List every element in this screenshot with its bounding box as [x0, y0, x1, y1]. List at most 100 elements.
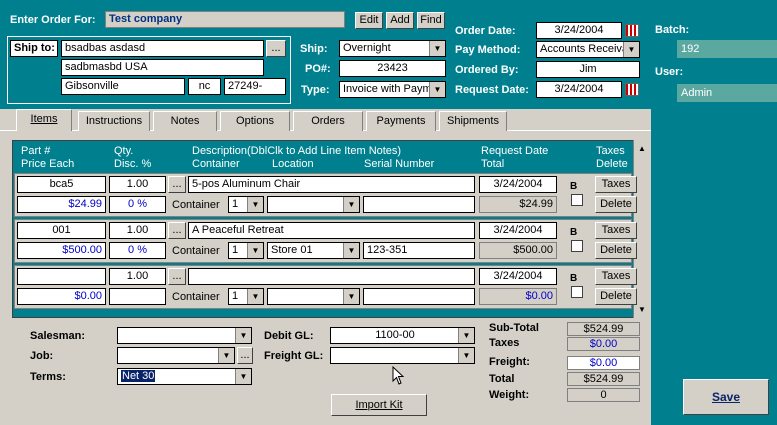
request-date-field[interactable]: 3/24/2004	[536, 81, 622, 98]
debit-gl-select[interactable]: 1100-00 ▼	[330, 327, 475, 344]
find-button[interactable]: Find	[417, 12, 445, 29]
ship-zip-field[interactable]: 27249-	[224, 78, 286, 95]
freight-gl-label: Freight GL:	[264, 350, 324, 362]
price-field[interactable]: $24.99	[17, 196, 106, 213]
calendar-icon[interactable]	[625, 83, 639, 96]
calendar-icon[interactable]	[625, 24, 639, 37]
total-label: Total	[489, 373, 515, 385]
container-select[interactable]: 1 ▼	[228, 242, 264, 259]
freight-gl-select[interactable]: ▼	[330, 347, 475, 364]
pay-method-select[interactable]: Accounts Receiva ▼	[536, 41, 640, 58]
part-browse-button[interactable]: ...	[168, 222, 186, 239]
ship-to-browse-button[interactable]: ...	[266, 40, 286, 57]
taxes-summary-value: $0.00	[567, 337, 640, 351]
company-field[interactable]: Test company	[105, 11, 345, 28]
request-date-field[interactable]: 3/24/2004	[479, 222, 557, 239]
salesman-select[interactable]: ▼	[117, 327, 252, 344]
col-description: Description(DblClk to Add Line Item Note…	[192, 145, 402, 157]
tab-options[interactable]: Options	[220, 111, 290, 131]
taxes-button[interactable]: Taxes	[595, 268, 637, 285]
part-field[interactable]: bca5	[17, 176, 106, 193]
part-browse-button[interactable]: ...	[168, 268, 186, 285]
import-kit-button[interactable]: Import Kit	[331, 394, 427, 416]
ordered-by-field[interactable]: Jim	[536, 61, 640, 78]
taxes-button[interactable]: Taxes	[595, 176, 637, 193]
request-date-field[interactable]: 3/24/2004	[479, 176, 557, 193]
edit-button[interactable]: Edit	[355, 12, 383, 29]
ship-state-field[interactable]: nc	[188, 78, 221, 95]
b-checkbox[interactable]	[571, 286, 583, 298]
qty-field[interactable]: 1.00	[109, 176, 166, 193]
b-checkbox[interactable]	[571, 240, 583, 252]
tab-instructions[interactable]: Instructions	[78, 111, 150, 131]
container-select[interactable]: 1 ▼	[228, 196, 264, 213]
tab-orders[interactable]: Orders	[293, 111, 363, 131]
salesman-label: Salesman:	[30, 330, 86, 342]
container-select[interactable]: 1 ▼	[228, 288, 264, 305]
type-value: Invoice with Paym	[343, 83, 432, 95]
part-browse-button[interactable]: ...	[168, 176, 186, 193]
b-checkbox[interactable]	[571, 194, 583, 206]
description-field[interactable]: 5-pos Aluminum Chair	[188, 176, 475, 193]
save-button[interactable]: Save	[683, 379, 769, 415]
taxes-summary-label: Taxes	[489, 337, 520, 349]
tab-payments[interactable]: Payments	[366, 111, 436, 131]
ship-address-field[interactable]: sadbmasbd USA	[61, 59, 264, 76]
type-select[interactable]: Invoice with Paym ▼	[339, 81, 446, 98]
location-select[interactable]: ▼	[267, 196, 360, 213]
disc-field[interactable]: 0 %	[109, 242, 166, 259]
chevron-down-icon: ▼	[429, 82, 445, 97]
location-select[interactable]: ▼	[267, 288, 360, 305]
container-label: Container	[172, 291, 220, 303]
serial-field[interactable]	[363, 196, 475, 213]
scroll-up-icon[interactable]: ▲	[635, 142, 649, 156]
po-field[interactable]: 23423	[339, 60, 446, 77]
delete-button[interactable]: Delete	[595, 196, 637, 213]
delete-button[interactable]: Delete	[595, 242, 637, 259]
ship-city-field[interactable]: Gibsonville	[61, 78, 185, 95]
delete-button[interactable]: Delete	[595, 288, 637, 305]
freight-field[interactable]: $0.00	[567, 356, 640, 370]
ship-name-field[interactable]: bsadbas asdasd	[61, 40, 264, 57]
po-label: PO#:	[305, 63, 331, 75]
price-field[interactable]: $500.00	[17, 242, 106, 259]
part-field[interactable]	[17, 268, 106, 285]
job-select[interactable]: ▼	[117, 347, 235, 364]
chevron-down-icon: ▼	[235, 328, 251, 343]
description-field[interactable]	[188, 268, 475, 285]
description-field[interactable]: A Peaceful Retreat	[188, 222, 475, 239]
request-date-field[interactable]: 3/24/2004	[479, 268, 557, 285]
taxes-button[interactable]: Taxes	[595, 222, 637, 239]
qty-field[interactable]: 1.00	[109, 222, 166, 239]
chevron-down-icon: ▼	[247, 243, 263, 258]
tab-items[interactable]: Items	[16, 109, 72, 131]
b-label: B	[570, 227, 578, 238]
tab-notes[interactable]: Notes	[153, 111, 217, 131]
scroll-down-icon[interactable]: ▼	[635, 303, 649, 317]
type-label: Type:	[301, 84, 330, 96]
price-field[interactable]: $0.00	[17, 288, 106, 305]
tab-shipments[interactable]: Shipments	[439, 111, 507, 131]
ship-method-label: Ship:	[300, 43, 328, 55]
add-button[interactable]: Add	[386, 12, 414, 29]
part-field[interactable]: 001	[17, 222, 106, 239]
col-part: Part #	[21, 145, 51, 157]
serial-field[interactable]: 123-351	[363, 242, 475, 259]
order-date-field[interactable]: 3/24/2004	[536, 22, 622, 39]
serial-field[interactable]	[363, 288, 475, 305]
location-select[interactable]: Store 01 ▼	[267, 242, 360, 259]
job-browse-button[interactable]: ...	[237, 347, 253, 364]
chevron-down-icon: ▼	[247, 197, 263, 212]
qty-field[interactable]: 1.00	[109, 268, 166, 285]
request-date-label: Request Date:	[455, 84, 529, 96]
disc-field[interactable]	[109, 288, 166, 305]
col-request-date: Request Date	[481, 145, 549, 157]
enter-order-label: Enter Order For:	[10, 14, 96, 26]
mouse-cursor-icon	[392, 365, 406, 386]
disc-field[interactable]: 0 %	[109, 196, 166, 213]
chevron-down-icon: ▼	[218, 348, 234, 363]
terms-select[interactable]: Net 30 ▼	[117, 368, 252, 385]
pay-method-label: Pay Method:	[455, 44, 521, 56]
ship-method-select[interactable]: Overnight ▼	[339, 40, 446, 57]
order-date-label: Order Date:	[455, 25, 516, 37]
